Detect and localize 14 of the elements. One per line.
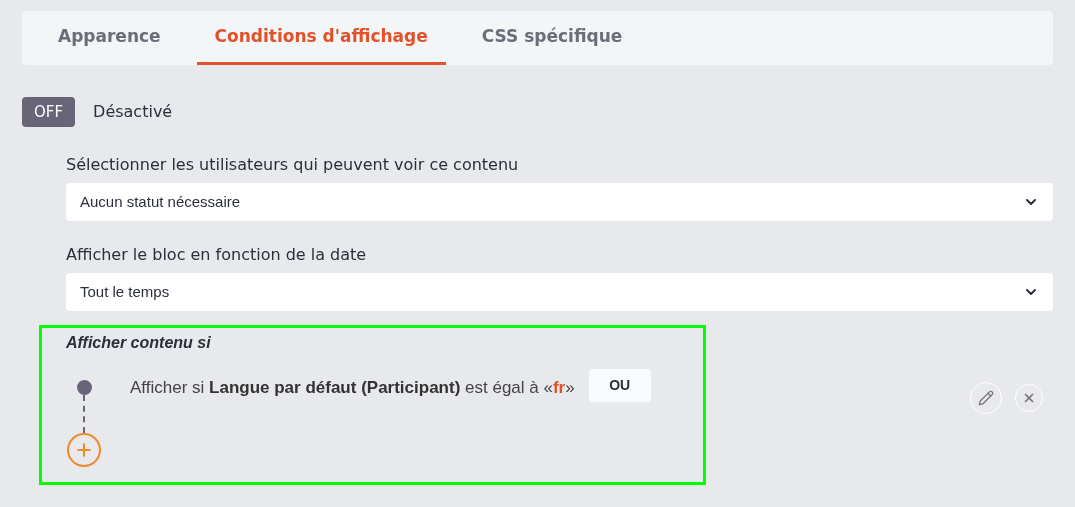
- operator-button[interactable]: OU: [588, 369, 651, 402]
- condition-rule: Afficher si Langue par défaut (Participant) est égal à «fr»: [130, 377, 575, 397]
- tab[interactable]: CSS spécifique: [463, 11, 641, 65]
- field-label: Sélectionner les utilisateurs qui peuvent voir ce contenu: [66, 154, 520, 176]
- add-icon[interactable]: [67, 433, 101, 467]
- field-label: Afficher le bloc en fonction de la date: [66, 244, 368, 266]
- toggle-status: Désactivé: [93, 101, 173, 123]
- dashed-line: [83, 395, 85, 433]
- tab[interactable]: Conditions d'affichage: [196, 11, 446, 65]
- tab[interactable]: Apparence: [40, 11, 179, 65]
- select-field[interactable]: Aucun statut nécessaire: [66, 183, 1053, 221]
- toggle-button[interactable]: OFF: [22, 97, 76, 127]
- conditions-title: Afficher contenu si: [66, 334, 211, 351]
- select-field[interactable]: Tout le temps: [66, 273, 1053, 311]
